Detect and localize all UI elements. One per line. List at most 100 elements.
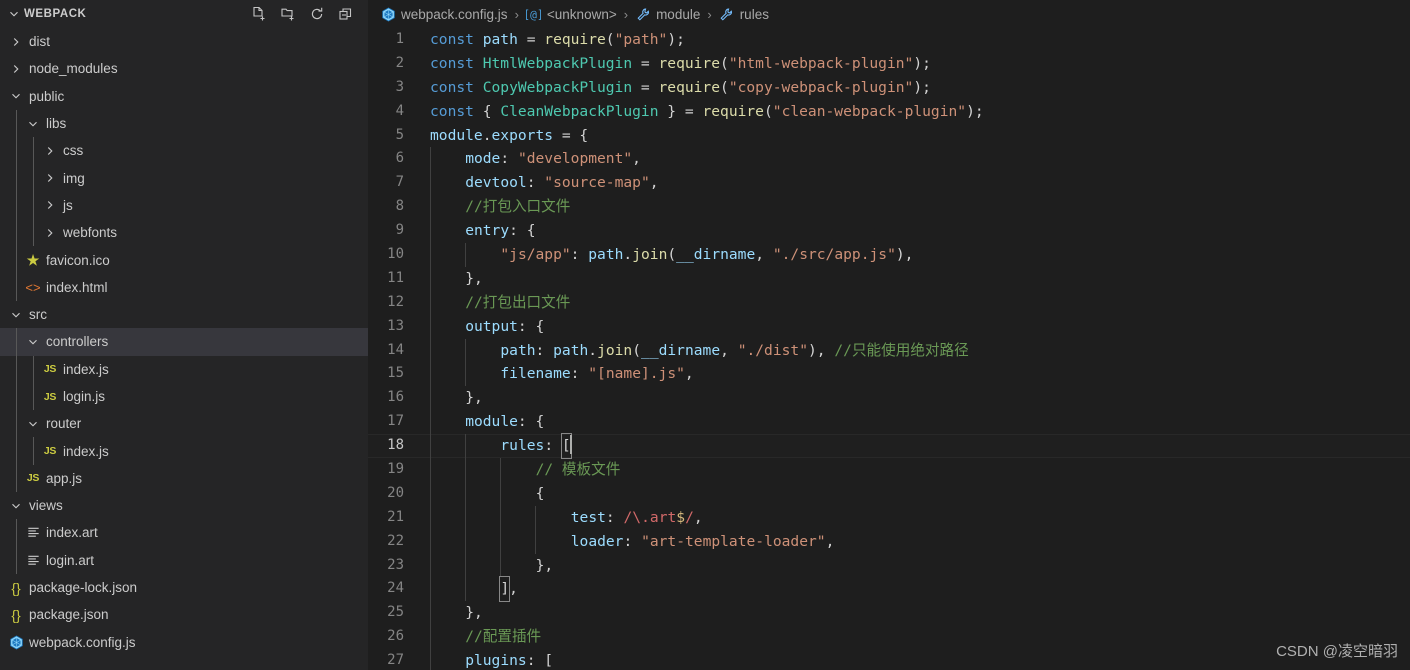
code-line[interactable]: 26 //配置插件 bbox=[368, 625, 1410, 650]
chevron-down-icon[interactable] bbox=[6, 6, 22, 22]
file-tree: dist node_modulespublic libs css img js webfon… bbox=[0, 28, 368, 656]
tree-item-app.js[interactable]: JS app.js bbox=[0, 464, 368, 493]
chevron-right-icon[interactable] bbox=[42, 225, 58, 241]
indent-guide bbox=[16, 273, 17, 301]
code-line[interactable]: 16 }, bbox=[368, 386, 1410, 411]
template-file-icon bbox=[25, 525, 41, 541]
chevron-down-icon[interactable] bbox=[8, 88, 24, 104]
line-number: 3 bbox=[395, 78, 404, 95]
code-line[interactable]: 17 module: { bbox=[368, 410, 1410, 435]
code-line-text: }, bbox=[430, 386, 1410, 411]
code-line[interactable]: 27 plugins: [ bbox=[368, 649, 1410, 670]
indent-guide bbox=[430, 195, 431, 220]
code-line-text: plugins: [ bbox=[430, 649, 1410, 670]
indent-guide bbox=[430, 362, 431, 387]
code-line[interactable]: 1 const path = require("path"); bbox=[368, 28, 1410, 52]
line-number: 9 bbox=[395, 222, 404, 239]
tree-item-dist[interactable]: dist bbox=[0, 28, 368, 55]
tree-item-router[interactable]: router bbox=[0, 410, 368, 438]
indent-guide bbox=[465, 577, 467, 602]
code-area[interactable]: 1 const path = require("path"); 2 const Htm… bbox=[368, 28, 1410, 670]
tree-item-node-modules[interactable]: node_modules bbox=[0, 55, 368, 82]
chevron-right-icon[interactable] bbox=[42, 197, 58, 213]
code-line[interactable]: 25 }, bbox=[368, 601, 1410, 626]
tree-item-src[interactable]: src bbox=[0, 301, 368, 328]
code-line[interactable]: 5 module.exports = { bbox=[368, 124, 1410, 148]
tree-item-index.art[interactable]: index.art bbox=[0, 519, 368, 547]
tree-item-css[interactable]: css bbox=[0, 137, 368, 165]
code-line[interactable]: 22 loader: "art-template-loader", bbox=[368, 529, 1410, 554]
tree-item-label: index.html bbox=[46, 279, 108, 295]
breadcrumb-item-rules[interactable]: rules bbox=[719, 6, 769, 22]
tree-item-index.html[interactable]: <> index.html bbox=[0, 273, 368, 301]
line-number: 6 bbox=[395, 150, 404, 167]
tree-item-index.js[interactable]: JS index.js bbox=[0, 355, 368, 383]
code-line[interactable]: 24 ], bbox=[368, 576, 1410, 603]
indent-guide bbox=[16, 164, 17, 192]
chevron-right-icon[interactable] bbox=[8, 34, 24, 50]
explorer-header[interactable]: WEBPACK bbox=[0, 0, 368, 28]
tree-item-package-lock.json[interactable]: {} package-lock.json bbox=[0, 574, 368, 601]
tree-item-img[interactable]: img bbox=[0, 164, 368, 192]
code-line-text: const { CleanWebpackPlugin } = require("… bbox=[430, 102, 984, 120]
tree-item-public[interactable]: public bbox=[0, 83, 368, 110]
tree-item-login.art[interactable]: login.art bbox=[0, 546, 368, 574]
tree-item-package.json[interactable]: {} package.json bbox=[0, 601, 368, 628]
tree-item-label: css bbox=[63, 143, 84, 159]
chevron-right-icon[interactable] bbox=[42, 170, 58, 186]
code-line[interactable]: 10 "js/app": path.join(__dirname, "./src… bbox=[368, 243, 1410, 267]
chevron-right-icon[interactable] bbox=[8, 61, 24, 77]
code-line[interactable]: 2 const HtmlWebpackPlugin = require("html… bbox=[368, 52, 1410, 76]
code-line[interactable]: 11 }, bbox=[368, 266, 1410, 291]
code-line[interactable]: 15 filename: "[name].js", bbox=[368, 362, 1410, 387]
tree-item-webpack.config.js[interactable]: webpack.config.js bbox=[0, 629, 368, 656]
tree-item-label: public bbox=[29, 88, 65, 104]
code-line[interactable]: 4 const { CleanWebpackPlugin } = require(… bbox=[368, 100, 1410, 124]
tree-item-index.js[interactable]: JS index.js bbox=[0, 437, 368, 465]
code-line[interactable]: 9 entry: { bbox=[368, 219, 1410, 244]
code-line[interactable]: 7 devtool: "source-map", bbox=[368, 171, 1410, 196]
chevron-right-icon[interactable] bbox=[42, 143, 58, 159]
template-file-icon bbox=[25, 552, 41, 568]
tree-item-favicon.ico[interactable]: ★ favicon.ico bbox=[0, 246, 368, 274]
code-line[interactable]: 18 rules: [ bbox=[368, 433, 1410, 460]
code-line[interactable]: 13 output: { bbox=[368, 314, 1410, 339]
tree-item-label: login.js bbox=[63, 389, 106, 404]
chevron-down-icon[interactable] bbox=[25, 116, 41, 132]
breadcrumb-item--unknown-[interactable]: [@] <unknown> bbox=[526, 6, 616, 22]
indent-guide bbox=[430, 529, 431, 554]
code-line-text: output: { bbox=[430, 314, 1410, 339]
code-line[interactable]: 20 { bbox=[368, 481, 1410, 506]
indent-guide bbox=[16, 191, 17, 220]
breadcrumb-item-module[interactable]: module bbox=[635, 6, 700, 22]
tree-item-controllers[interactable]: controllers bbox=[0, 328, 368, 356]
tree-item-webfonts[interactable]: webfonts bbox=[0, 219, 368, 247]
tree-item-js[interactable]: js bbox=[0, 191, 368, 220]
code-line[interactable]: 6 mode: "development", bbox=[368, 147, 1410, 172]
chevron-down-icon[interactable] bbox=[25, 334, 41, 350]
code-line[interactable]: 3 const CopyWebpackPlugin = require("copy… bbox=[368, 76, 1410, 100]
collapse-all-icon[interactable] bbox=[338, 6, 354, 22]
code-line[interactable]: 21 test: /\.art$/, bbox=[368, 505, 1410, 530]
indent-guide bbox=[16, 519, 17, 547]
tree-item-libs[interactable]: libs bbox=[0, 109, 368, 138]
code-line[interactable]: 14 path: path.join(__dirname, "./dist"),… bbox=[368, 338, 1410, 363]
code-line[interactable]: 23 }, bbox=[368, 553, 1410, 578]
line-number: 15 bbox=[387, 365, 404, 382]
breadcrumb-item-webpack.config.js[interactable]: webpack.config.js bbox=[380, 6, 508, 22]
chevron-down-icon[interactable] bbox=[8, 498, 24, 514]
html-file-icon: <> bbox=[25, 279, 41, 295]
chevron-down-icon[interactable] bbox=[25, 416, 41, 432]
code-line[interactable]: 19 // 模板文件 bbox=[368, 458, 1410, 482]
code-line[interactable]: 8 //打包入口文件 bbox=[368, 195, 1410, 220]
tree-item-views[interactable]: views bbox=[0, 492, 368, 519]
new-file-icon[interactable] bbox=[251, 6, 267, 22]
new-folder-icon[interactable] bbox=[280, 6, 296, 22]
tree-item-label: index.js bbox=[63, 361, 109, 377]
refresh-icon[interactable] bbox=[309, 6, 325, 22]
indent-guide bbox=[465, 362, 467, 387]
tree-item-login.js[interactable]: JS login.js bbox=[0, 382, 368, 411]
tree-item-label: router bbox=[46, 416, 82, 432]
chevron-down-icon[interactable] bbox=[8, 307, 24, 323]
code-line[interactable]: 12 //打包出口文件 bbox=[368, 290, 1410, 315]
